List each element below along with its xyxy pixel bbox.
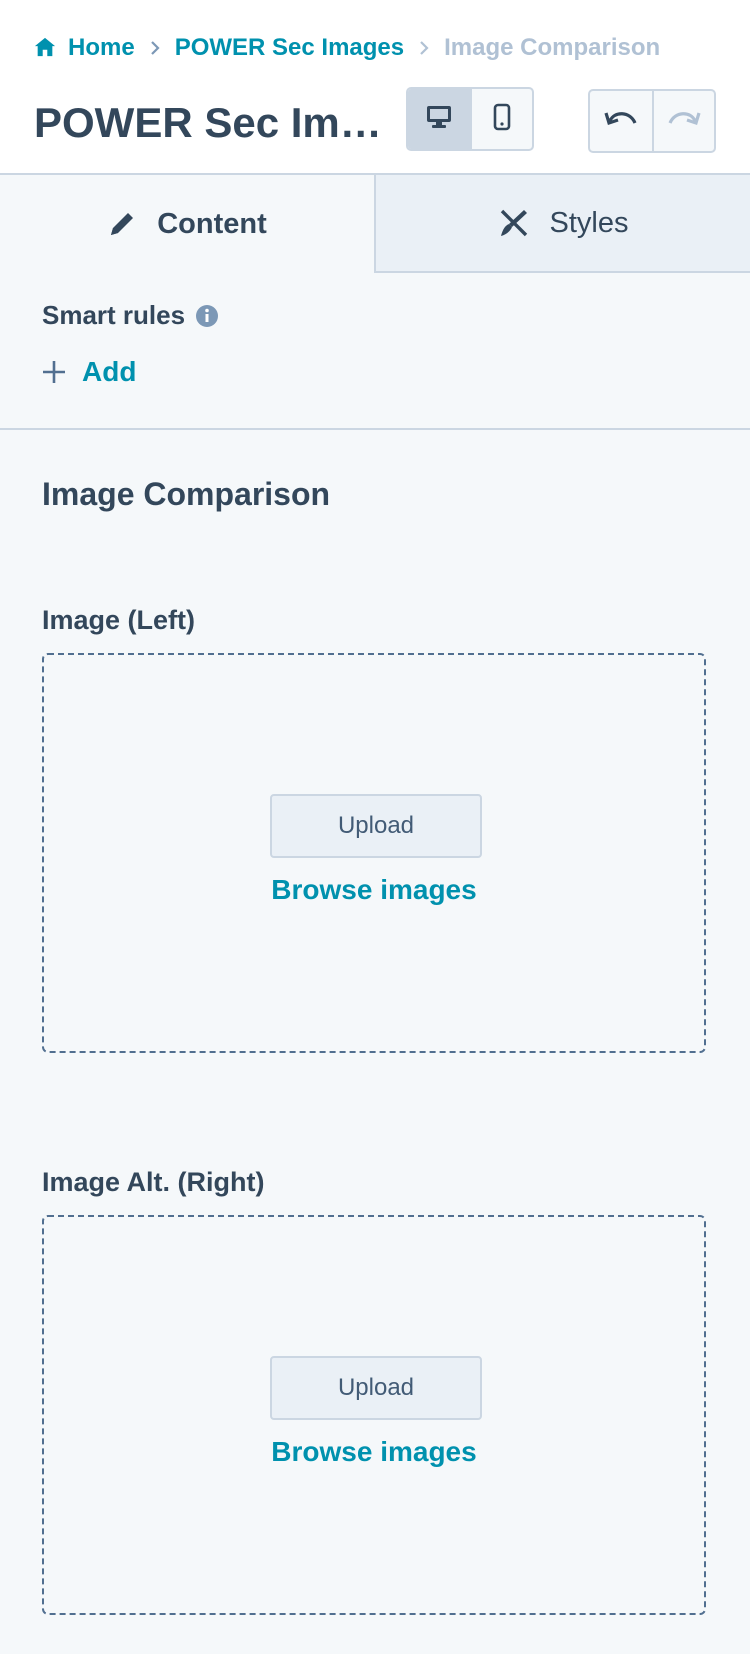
pencil-icon [107, 209, 137, 239]
breadcrumb-parent[interactable]: POWER Sec Images [175, 34, 404, 62]
add-smart-rule-button[interactable]: Add [42, 356, 136, 388]
mobile-view-button[interactable] [470, 89, 532, 149]
tab-content-label: Content [157, 207, 267, 240]
image-left-dropzone[interactable]: Upload Browse images [42, 653, 706, 1053]
brush-icon [498, 207, 530, 239]
chevron-right-icon [149, 40, 161, 56]
undo-icon [604, 107, 638, 136]
desktop-view-button[interactable] [408, 89, 470, 149]
undo-button[interactable] [590, 91, 652, 151]
image-right-dropzone[interactable]: Upload Browse images [42, 1215, 706, 1615]
view-toggle [406, 87, 534, 151]
editor-header: Home POWER Sec Images Image Comparison P… [0, 0, 750, 175]
browse-images-link[interactable]: Browse images [44, 1436, 704, 1468]
chevron-right-icon [418, 40, 430, 56]
history-controls [588, 89, 716, 153]
mobile-icon [493, 103, 511, 136]
tab-content[interactable]: Content [0, 175, 374, 273]
section-divider [0, 428, 750, 430]
smart-rules-label: Smart rules [42, 300, 186, 330]
upload-button[interactable]: Upload [270, 1356, 482, 1420]
plus-icon [42, 360, 66, 384]
image-right-label: Image Alt. (Right) [42, 1167, 265, 1197]
page-title: POWER Sec Ima… [34, 99, 394, 146]
editor-tabs: Content Styles [0, 175, 750, 273]
info-icon[interactable] [195, 304, 219, 328]
redo-icon [667, 107, 701, 136]
smart-rules-heading: Smart rules [42, 300, 219, 331]
breadcrumb-current: Image Comparison [444, 34, 661, 61]
redo-button[interactable] [652, 91, 714, 151]
tab-styles-label: Styles [549, 206, 629, 239]
home-icon[interactable] [34, 36, 58, 60]
upload-button[interactable]: Upload [270, 794, 482, 858]
desktop-icon [425, 104, 453, 135]
image-left-label: Image (Left) [42, 605, 196, 635]
breadcrumb: Home POWER Sec Images Image Comparison [34, 32, 660, 64]
tab-styles[interactable]: Styles [374, 175, 750, 273]
add-label: Add [82, 356, 137, 387]
breadcrumb-home[interactable]: Home [68, 34, 135, 62]
browse-images-link[interactable]: Browse images [44, 874, 704, 906]
module-title: Image Comparison [42, 476, 331, 512]
